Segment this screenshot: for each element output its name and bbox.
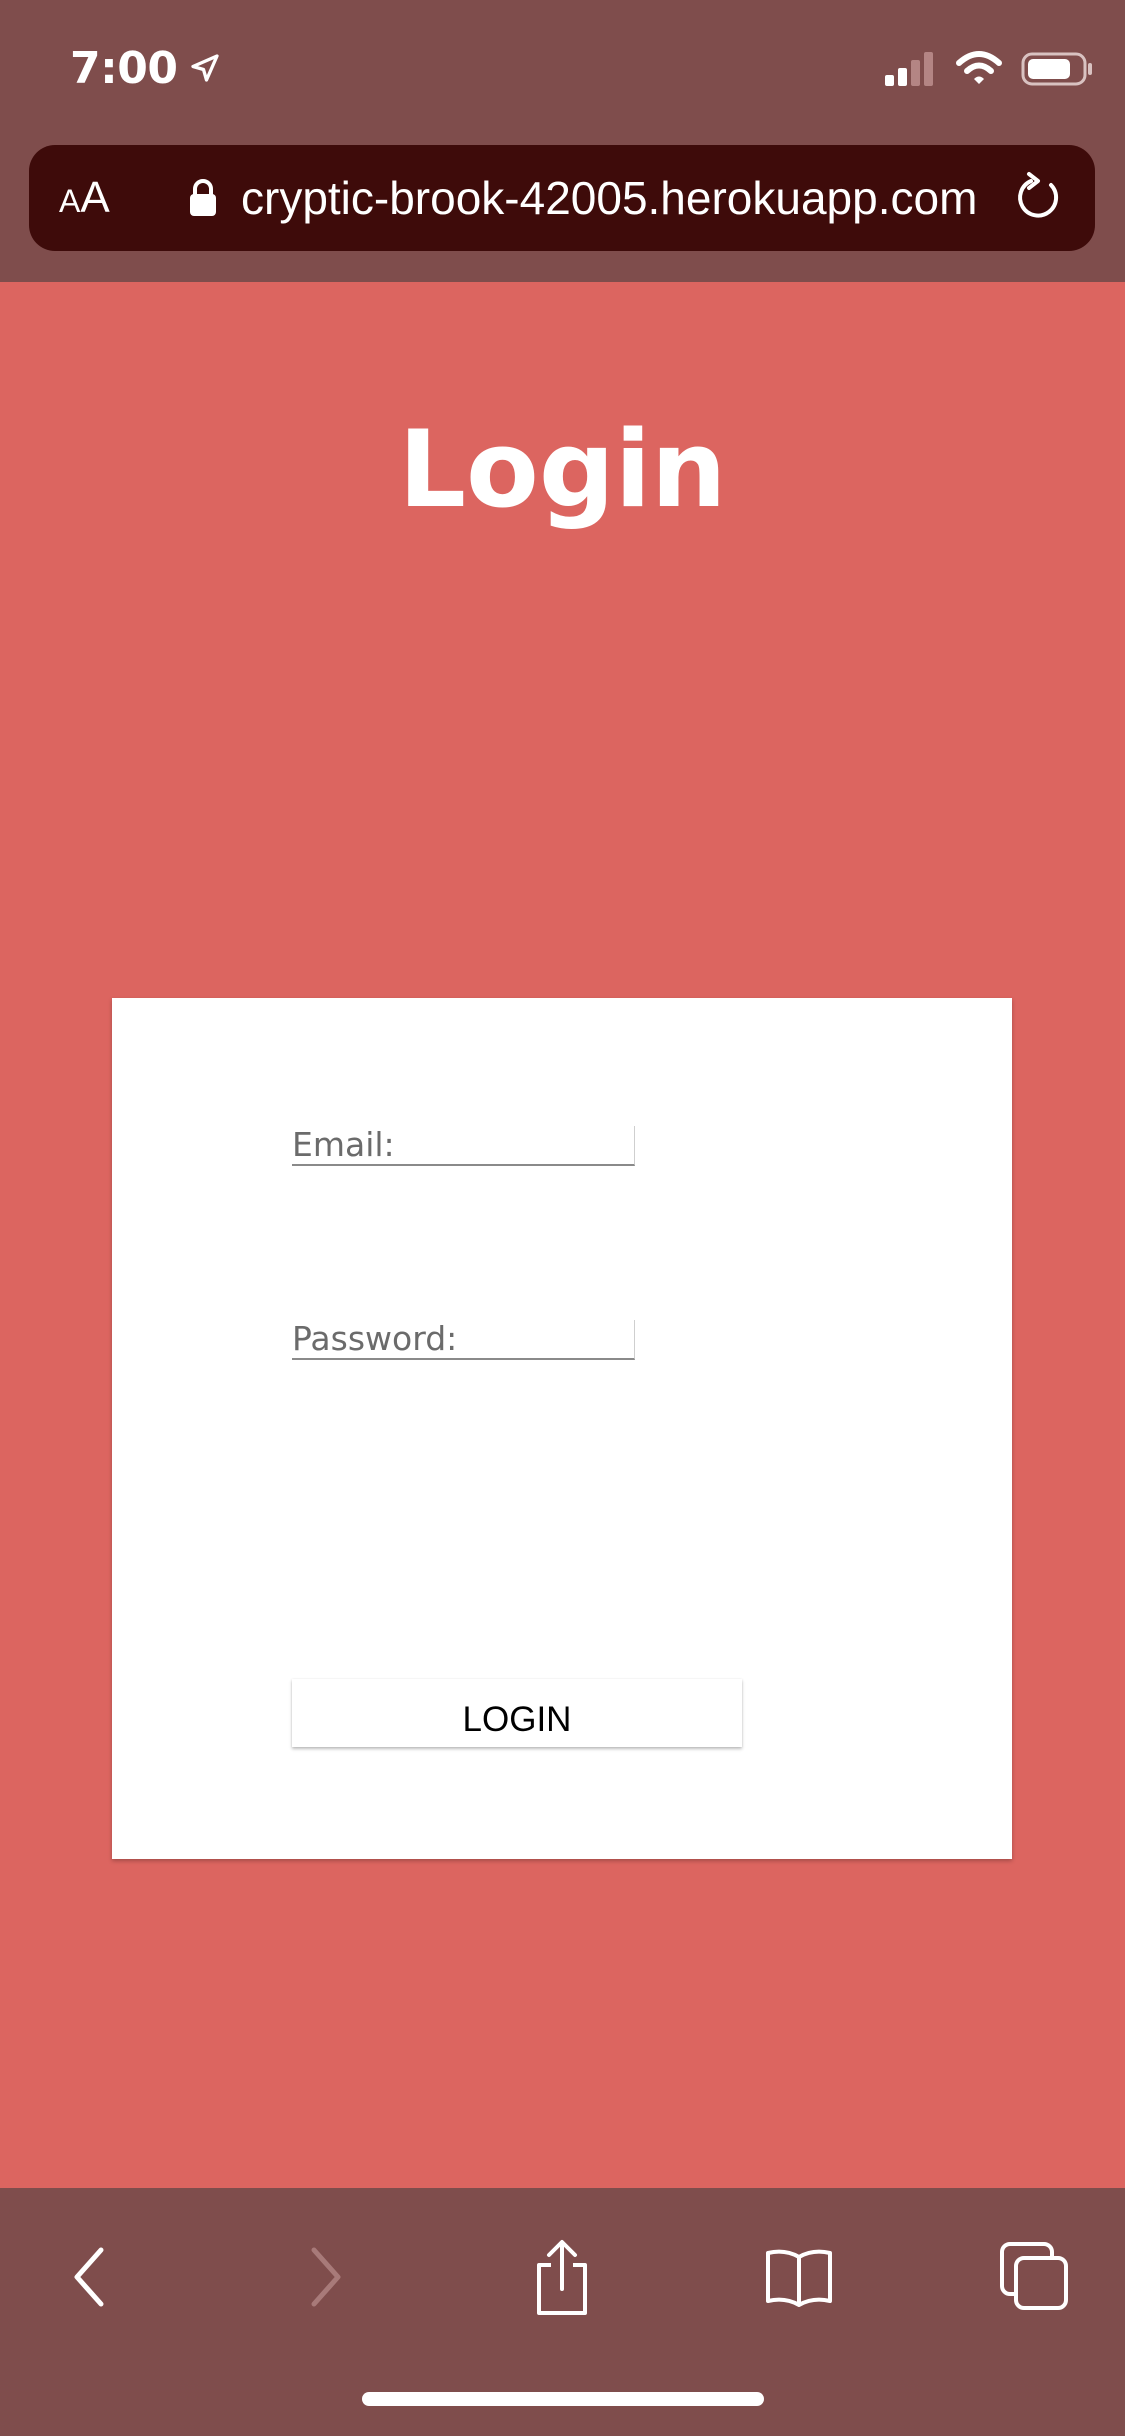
cellular-signal-icon: [885, 52, 933, 86]
lock-icon: [190, 179, 216, 216]
share-button[interactable]: [517, 2232, 607, 2322]
location-arrow-icon: [191, 54, 220, 82]
text-size-button[interactable]: AA: [59, 173, 139, 223]
status-indicators: [883, 44, 1095, 94]
text-size-large-label: A: [80, 173, 110, 222]
bookmarks-icon: [766, 2249, 832, 2307]
password-field-wrapper: [292, 1320, 635, 1360]
wifi-icon: [956, 51, 1002, 84]
email-field-wrapper: [292, 1126, 635, 1166]
login-button[interactable]: LOGIN: [292, 1679, 742, 1747]
url-text[interactable]: cryptic-brook-42005.herokuapp.com: [241, 171, 1001, 225]
email-field[interactable]: [292, 1126, 634, 1164]
tabs-button[interactable]: [990, 2232, 1080, 2322]
forward-button[interactable]: [280, 2232, 370, 2322]
page-title: Login: [398, 408, 727, 531]
text-size-small-label: A: [59, 183, 81, 219]
battery-icon: [1021, 52, 1092, 86]
bookmarks-button[interactable]: [754, 2232, 844, 2322]
address-bar[interactable]: AA cryptic-brook-42005.herokuapp.com: [29, 145, 1095, 251]
forward-icon: [311, 2247, 341, 2307]
status-time-text: 7:00: [70, 42, 178, 94]
status-time: 7:00: [70, 38, 223, 98]
tabs-icon: [1000, 2242, 1068, 2310]
login-card: LOGIN: [112, 998, 1012, 1859]
back-button[interactable]: [45, 2232, 135, 2322]
home-indicator: [362, 2392, 764, 2406]
reload-icon[interactable]: [1011, 171, 1065, 225]
password-field[interactable]: [292, 1320, 634, 1358]
share-icon: [537, 2240, 587, 2315]
back-icon: [74, 2247, 104, 2307]
browser-top-chrome: 7:00 AA cryptic-brook-42005.herokuapp.co…: [0, 0, 1125, 282]
